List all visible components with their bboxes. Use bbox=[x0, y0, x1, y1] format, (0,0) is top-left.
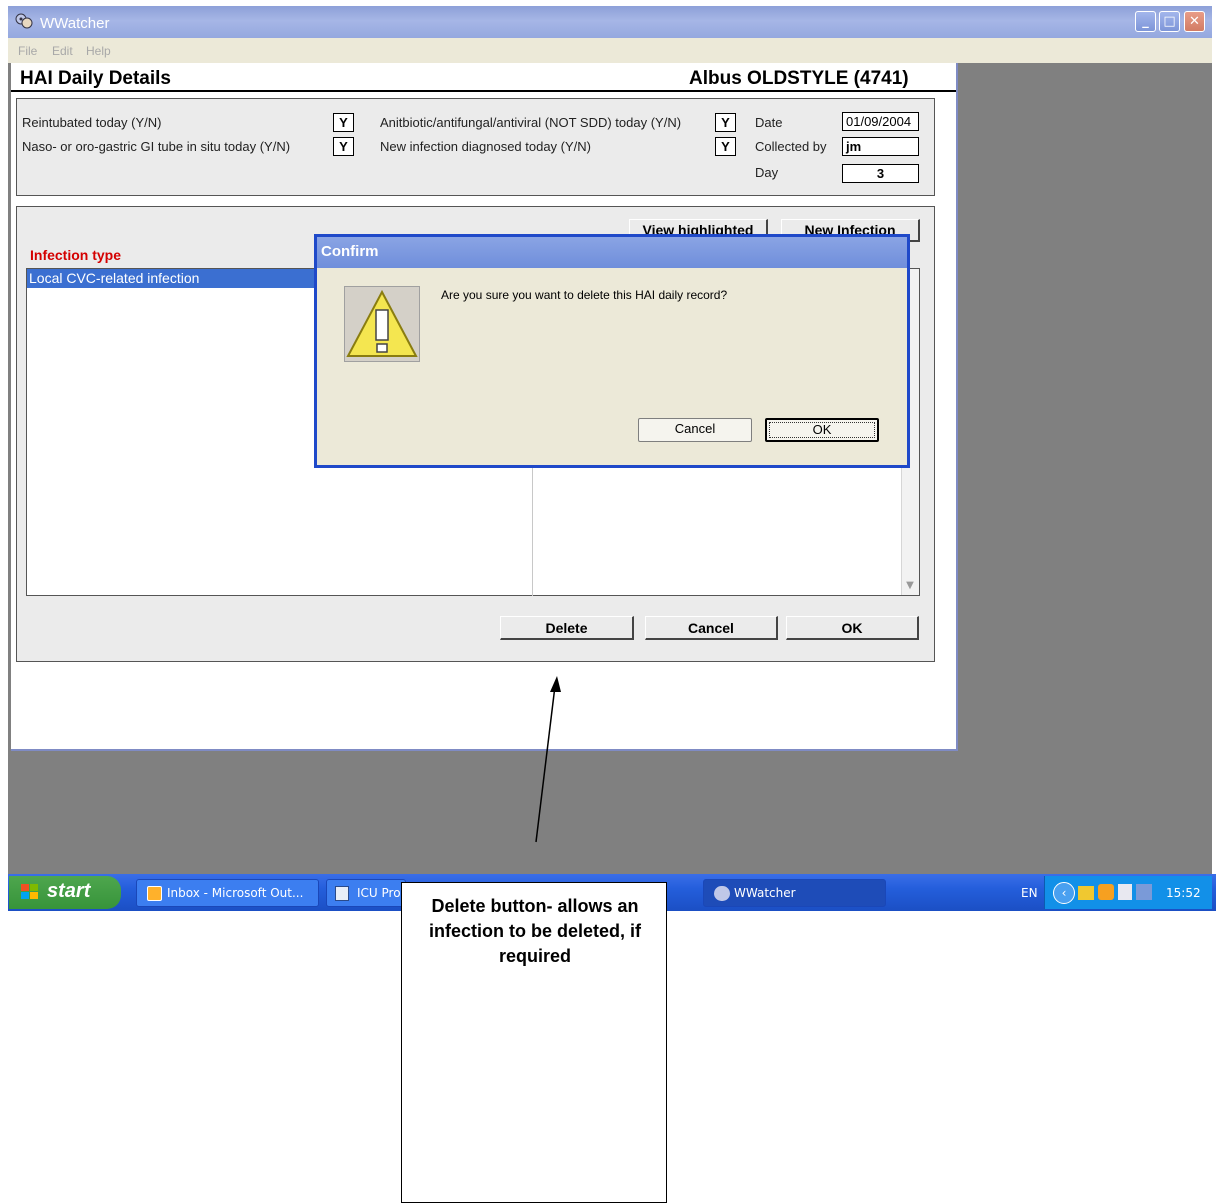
clock: 15:52 bbox=[1166, 886, 1201, 900]
annotation-text: Delete button- allows an infection to be… bbox=[428, 896, 641, 966]
language-indicator[interactable]: EN bbox=[1021, 886, 1038, 900]
reintubated-field[interactable]: Y bbox=[333, 113, 354, 132]
tray-expand-icon[interactable]: ‹ bbox=[1053, 882, 1075, 904]
taskbar-item-icu[interactable]: ICU Pro bbox=[326, 879, 406, 907]
close-icon[interactable]: ✕ bbox=[1184, 11, 1205, 32]
start-button[interactable]: start bbox=[9, 876, 121, 909]
display-icon[interactable] bbox=[1136, 884, 1152, 900]
maximize-icon[interactable]: □ bbox=[1159, 11, 1180, 32]
infection-type-header: Infection type bbox=[30, 247, 122, 263]
delete-button[interactable]: Delete bbox=[500, 616, 634, 640]
collected-by-field[interactable]: jm bbox=[842, 137, 919, 156]
header-divider bbox=[11, 90, 956, 92]
antibiotic-field[interactable]: Y bbox=[715, 113, 736, 132]
menu-edit[interactable]: Edit bbox=[52, 44, 73, 58]
patient-name: Albus OLDSTYLE (4741) bbox=[689, 68, 909, 89]
list-item[interactable]: Local CVC-related infection bbox=[27, 269, 327, 288]
start-label: start bbox=[47, 880, 91, 902]
dialog-title: Confirm bbox=[321, 243, 379, 260]
annotation-arrow bbox=[535, 676, 561, 843]
collected-by-label: Collected by bbox=[755, 139, 827, 154]
new-infection-field[interactable]: Y bbox=[715, 137, 736, 156]
new-infection-label: New infection diagnosed today (Y/N) bbox=[380, 139, 592, 154]
dialog-title-bar[interactable] bbox=[314, 234, 910, 268]
taskbar-item-label: WWatcher bbox=[734, 886, 796, 900]
minimize-icon[interactable]: _ bbox=[1135, 11, 1156, 32]
menu-help[interactable]: Help bbox=[86, 44, 111, 58]
day-label: Day bbox=[755, 165, 779, 180]
window-title: WWatcher bbox=[40, 15, 110, 32]
taskbar-item-outlook[interactable]: Inbox - Microsoft Out... bbox=[136, 879, 319, 907]
dialog-message: Are you sure you want to delete this HAI… bbox=[441, 288, 728, 302]
date-label: Date bbox=[755, 115, 783, 130]
taskbar-item-label: Inbox - Microsoft Out... bbox=[167, 886, 304, 900]
warning-icon bbox=[344, 286, 420, 362]
wwatcher-app-icon bbox=[15, 13, 33, 29]
mail-icon[interactable] bbox=[1078, 886, 1094, 900]
naso-gastric-label: Naso- or oro-gastric GI tube in situ tod… bbox=[22, 139, 291, 154]
taskbar-item-wwatcher[interactable]: WWatcher bbox=[703, 879, 886, 907]
outlook-tray-icon[interactable] bbox=[1098, 884, 1114, 900]
document-icon bbox=[335, 886, 349, 901]
menu-bar bbox=[8, 38, 1212, 63]
dialog-cancel-button[interactable]: Cancel bbox=[638, 418, 752, 442]
antibiotic-label: Anitbiotic/antifungal/antiviral (NOT SDD… bbox=[380, 115, 682, 130]
ok-button[interactable]: OK bbox=[786, 616, 919, 640]
day-field[interactable]: 3 bbox=[842, 164, 919, 183]
date-field[interactable]: 01/09/2004 bbox=[842, 112, 919, 131]
title-bar[interactable] bbox=[8, 6, 1212, 38]
dialog-ok-button[interactable]: OK bbox=[765, 418, 879, 442]
menu-file[interactable]: File bbox=[18, 44, 37, 58]
cancel-button[interactable]: Cancel bbox=[645, 616, 778, 640]
page-title: HAI Daily Details bbox=[20, 68, 171, 89]
wwatcher-icon bbox=[714, 886, 730, 901]
scroll-down-icon[interactable]: ▼ bbox=[901, 576, 919, 595]
reintubated-label: Reintubated today (Y/N) bbox=[22, 115, 162, 130]
outlook-icon bbox=[147, 886, 162, 901]
network-icon[interactable] bbox=[1118, 884, 1132, 900]
windows-logo-icon bbox=[21, 884, 38, 899]
naso-gastric-field[interactable]: Y bbox=[333, 137, 354, 156]
taskbar-item-label: ICU Pro bbox=[357, 886, 401, 900]
